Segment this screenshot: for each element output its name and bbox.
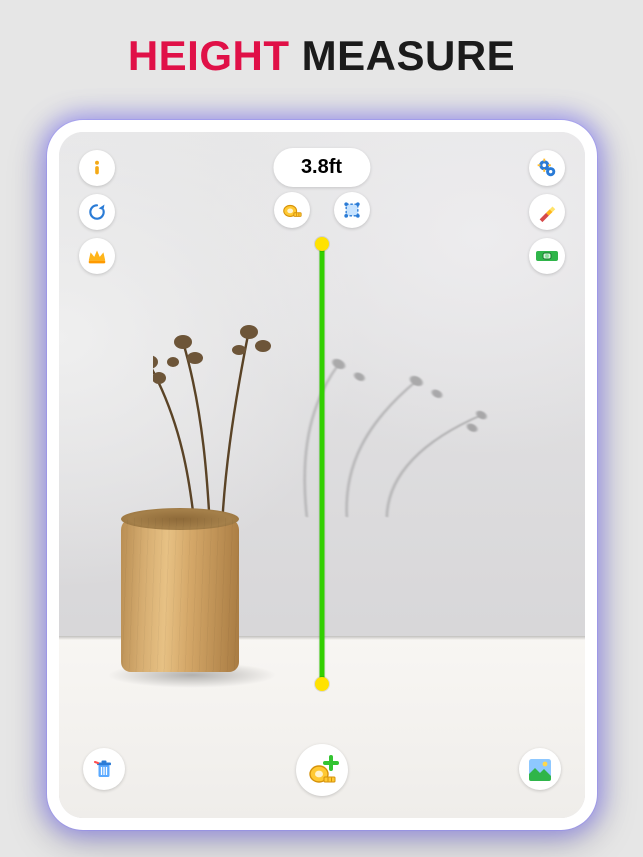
area-mode-button[interactable] — [334, 192, 370, 228]
tablet-frame: 3.8ft — [47, 120, 597, 830]
title-height: HEIGHT — [128, 32, 290, 79]
settings-button[interactable] — [529, 150, 565, 186]
reload-button[interactable] — [79, 194, 115, 230]
level-icon — [535, 249, 559, 263]
flashlight-button[interactable] — [529, 194, 565, 230]
vase — [121, 518, 239, 672]
gallery-icon — [527, 756, 553, 782]
title-measure: MEASURE — [302, 32, 516, 79]
bubble-level-button[interactable] — [529, 238, 565, 274]
flashlight-icon — [536, 201, 558, 223]
reload-icon — [87, 202, 107, 222]
settings-icon — [536, 157, 558, 179]
delete-button[interactable] — [83, 748, 125, 790]
tape-icon — [281, 199, 303, 221]
page-title: HEIGHT MEASURE — [0, 0, 643, 80]
premium-button[interactable] — [79, 238, 115, 274]
add-measurement-button[interactable] — [296, 744, 348, 796]
add-tape-icon — [304, 752, 340, 788]
measurement-value-text: 3.8ft — [301, 156, 342, 178]
measure-line[interactable] — [319, 244, 324, 684]
measurement-value-button[interactable]: 3.8ft — [273, 148, 370, 187]
app-screen: 3.8ft — [59, 132, 585, 818]
tape-mode-button[interactable] — [274, 192, 310, 228]
info-icon — [88, 159, 106, 177]
measure-handle-top[interactable] — [315, 237, 329, 251]
measure-handle-bottom[interactable] — [315, 677, 329, 691]
area-icon — [342, 200, 362, 220]
plant-branches — [153, 310, 313, 530]
crown-icon — [86, 245, 108, 267]
info-button[interactable] — [79, 150, 115, 186]
gallery-button[interactable] — [519, 748, 561, 790]
trash-icon — [92, 757, 116, 781]
